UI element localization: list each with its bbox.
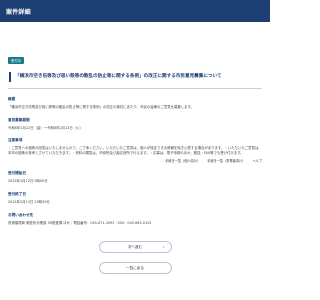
link-individual[interactable]: 手続き一覧（個人向け） [165,159,200,163]
divider [8,88,262,89]
link-help[interactable]: ヘルプ [252,159,262,163]
end-label: 受付終了日 [8,191,26,196]
back-to-list-button[interactable]: 一覧に戻る [98,262,172,275]
button-group: 次へ進む › 一覧に戻る [8,241,262,275]
period-label: 意見募集期間 [8,117,30,122]
link-business[interactable]: 手続き一覧（事業者向け） [207,159,245,163]
status-badge: 受付中 [8,57,25,64]
contact-value: 資源循環局 家庭系対策部 3R推進課 ほか｜電話番号：045-671-3593｜… [8,220,152,225]
notes-value: ・ご意見への個別の回答はいたしませんので、ご了承ください。いただいたご意見は、個… [8,146,262,155]
summary-section: 概要 「横浜市空き缶等及び吸い殻等の散乱の防止等に関する条例」の改正の検討にあた… [8,97,262,110]
page-title: 案件詳細 [6,8,31,16]
start-section: 受付開始日 2024年1月12日 0時00分 [8,171,262,184]
next-button-label: 次へ進む [127,244,143,249]
end-section: 受付終了日 2024年2月13日 23時59分 [8,192,262,205]
page-header: 案件詳細 [0,0,270,22]
procedure-card: 受付中 「横浜市空き缶等及び吸い殻等の散乱の防止等に関する条例」の改正に関する市… [8,47,262,275]
start-value: 2024年1月12日 0時00分 [8,179,48,184]
start-label: 受付開始日 [8,171,26,176]
contact-section: お問い合わせ先 資源循環局 家庭系対策部 3R推進課 ほか｜電話番号：045-6… [8,213,262,226]
notes-section: 注意事項 ・ご意見への個別の回答はいたしませんので、ご了承ください。いただいたご… [8,138,262,155]
period-section: 意見募集期間 令和6年1月12日（金）～令和6年2月13日（火） [8,118,262,131]
end-value: 2024年2月13日 23時59分 [8,199,50,204]
summary-label: 概要 [8,97,16,101]
contact-label: お問い合わせ先 [8,212,34,217]
back-button-label: 一覧に戻る [126,265,144,270]
procedure-title: 「横浜市空き缶等及び吸い殻等の散乱の防止等に関する条例」の改正に関する市民意見募… [9,72,262,82]
chevron-right-icon: › [162,244,165,250]
period-value: 令和6年1月12日（金）～令和6年2月13日（火） [8,125,83,130]
notes-label: 注意事項 [8,138,23,143]
help-links: 手続き一覧（個人向け） 手続き一覧（事業者向け） ヘルプ [8,158,262,163]
summary-value: 「横浜市空き缶等及び吸い殻等の散乱の防止等に関する条例」の改正の検討にあたり、市… [8,105,195,109]
next-button[interactable]: 次へ進む › [98,241,172,254]
